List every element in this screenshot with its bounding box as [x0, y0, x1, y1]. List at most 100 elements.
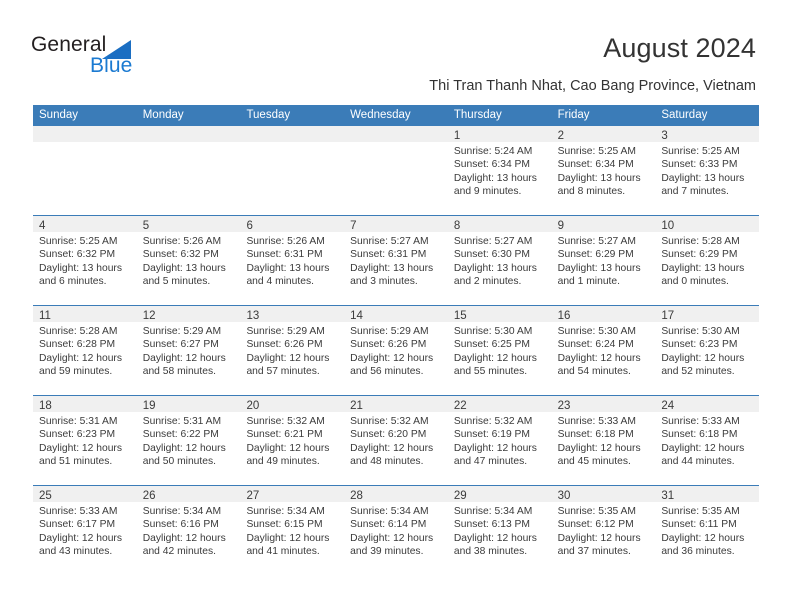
daylight-text: Daylight: 13 hours and 5 minutes. — [142, 262, 226, 288]
calendar-day-cell[interactable]: 2 Sunrise: 5:25 AM Sunset: 6:34 PM Daylight… — [551, 126, 656, 215]
sunrise-text: Sunrise: 5:27 AM — [453, 236, 533, 247]
calendar-day-cell[interactable]: 10 Sunrise: 5:28 AM Sunset: 6:29 PM Dayligh… — [655, 216, 760, 305]
calendar-day-cell[interactable]: 29 Sunrise: 5:34 AM Sunset: 6:13 PM Dayligh… — [447, 486, 552, 575]
calendar-day-cell[interactable]: 15 Sunrise: 5:30 AM Sunset: 6:25 PM Dayligh… — [447, 306, 552, 395]
calendar-day-cell[interactable]: 25 Sunrise: 5:33 AM Sunset: 6:17 PM Dayligh… — [33, 486, 137, 575]
sunrise-text: Sunrise: 5:33 AM — [39, 506, 118, 517]
calendar-day-cell[interactable]: 8 Sunrise: 5:27 AM Sunset: 6:30 PM Daylight… — [447, 216, 552, 305]
calendar-day-cell[interactable]: 6 Sunrise: 5:26 AM Sunset: 6:31 PM Daylight… — [240, 216, 345, 305]
sunrise-text: Sunrise: 5:25 AM — [557, 146, 637, 157]
calendar-day-cell[interactable]: 24 Sunrise: 5:33 AM Sunset: 6:18 PM Dayligh… — [655, 396, 760, 485]
daylight-text: Daylight: 13 hours and 4 minutes. — [246, 262, 330, 288]
day-number: 8 — [453, 220, 461, 232]
page-header: General Blue August 2024 Thi Tran Thanh … — [0, 0, 792, 104]
daylight-text: Daylight: 12 hours and 48 minutes. — [350, 442, 434, 468]
calendar-day-cell[interactable]: 9 Sunrise: 5:27 AM Sunset: 6:29 PM Daylight… — [551, 216, 656, 305]
calendar-day-cell[interactable]: 11 Sunrise: 5:28 AM Sunset: 6:28 PM Dayligh… — [33, 306, 137, 395]
location-subtitle: Thi Tran Thanh Nhat, Cao Bang Province, … — [429, 78, 756, 94]
calendar-day-cell[interactable]: 12 Sunrise: 5:29 AM Sunset: 6:27 PM Dayligh… — [136, 306, 241, 395]
day-sun-info: Sunrise: 5:35 AM Sunset: 6:11 PM Daylight:… — [655, 502, 759, 559]
daylight-text: Daylight: 12 hours and 54 minutes. — [557, 352, 641, 378]
calendar-day-cell[interactable]: 4 Sunrise: 5:25 AM Sunset: 6:32 PM Daylight… — [33, 216, 137, 305]
calendar-day-cell[interactable]: 5 Sunrise: 5:26 AM Sunset: 6:32 PM Daylight… — [136, 216, 241, 305]
calendar-empty-cell — [240, 126, 345, 215]
calendar-day-cell[interactable]: 1 Sunrise: 5:24 AM Sunset: 6:34 PM Daylight… — [447, 126, 552, 215]
sunrise-text: Sunrise: 5:35 AM — [557, 506, 637, 517]
day-number-band: 29 — [447, 486, 552, 502]
sunset-text: Sunset: 6:30 PM — [453, 249, 531, 261]
day-number-band: 21 — [344, 396, 448, 412]
sunset-text: Sunset: 6:25 PM — [453, 339, 531, 351]
sunset-text: Sunset: 6:34 PM — [453, 159, 531, 171]
sunrise-text: Sunrise: 5:33 AM — [661, 416, 740, 427]
day-number: 13 — [246, 310, 260, 322]
calendar-day-cell[interactable]: 16 Sunrise: 5:30 AM Sunset: 6:24 PM Dayligh… — [551, 306, 656, 395]
general-blue-logo[interactable]: General Blue — [31, 33, 151, 83]
weekday-header-monday: Monday — [142, 109, 184, 121]
day-sun-info: Sunrise: 5:26 AM Sunset: 6:31 PM Daylight:… — [240, 232, 344, 289]
day-sun-info: Sunrise: 5:27 AM Sunset: 6:29 PM Daylight:… — [552, 232, 656, 289]
day-number-band: 26 — [136, 486, 241, 502]
sunrise-text: Sunrise: 5:27 AM — [557, 236, 637, 247]
day-number: 28 — [350, 490, 363, 502]
sunrise-text: Sunrise: 5:28 AM — [661, 236, 740, 247]
calendar-day-cell[interactable]: 28 Sunrise: 5:34 AM Sunset: 6:14 PM Dayligh… — [344, 486, 448, 575]
day-number: 17 — [661, 310, 675, 322]
calendar-day-cell[interactable]: 22 Sunrise: 5:32 AM Sunset: 6:19 PM Dayligh… — [447, 396, 552, 485]
sunset-text: Sunset: 6:31 PM — [246, 249, 323, 261]
day-sun-info: Sunrise: 5:30 AM Sunset: 6:25 PM Daylight:… — [448, 322, 552, 379]
calendar-day-cell[interactable]: 3 Sunrise: 5:25 AM Sunset: 6:33 PM Daylight… — [655, 126, 760, 215]
day-number: 14 — [350, 310, 363, 322]
daylight-text: Daylight: 13 hours and 2 minutes. — [453, 262, 537, 288]
calendar-day-cell[interactable]: 27 Sunrise: 5:34 AM Sunset: 6:15 PM Dayligh… — [240, 486, 345, 575]
day-number: 12 — [142, 310, 156, 322]
day-number-band: 30 — [551, 486, 656, 502]
daylight-text: Daylight: 12 hours and 43 minutes. — [39, 532, 122, 558]
calendar-day-cell[interactable]: 21 Sunrise: 5:32 AM Sunset: 6:20 PM Dayligh… — [344, 396, 448, 485]
day-sun-info: Sunrise: 5:24 AM Sunset: 6:34 PM Daylight:… — [448, 142, 552, 199]
day-sun-info: Sunrise: 5:25 AM Sunset: 6:32 PM Daylight:… — [33, 232, 137, 289]
calendar-day-cell[interactable]: 18 Sunrise: 5:31 AM Sunset: 6:23 PM Dayligh… — [33, 396, 137, 485]
day-number-band: 6 — [240, 216, 345, 232]
day-number: 11 — [39, 310, 51, 322]
sunrise-text: Sunrise: 5:34 AM — [142, 506, 222, 517]
day-number-band: 1 — [447, 126, 552, 142]
daylight-text: Daylight: 12 hours and 38 minutes. — [453, 532, 537, 558]
day-number: 15 — [453, 310, 467, 322]
sunrise-text: Sunrise: 5:35 AM — [661, 506, 740, 517]
day-number-band: 8 — [447, 216, 552, 232]
sunset-text: Sunset: 6:23 PM — [39, 429, 116, 441]
daylight-text: Daylight: 12 hours and 49 minutes. — [246, 442, 330, 468]
day-number-band: 11 — [33, 306, 137, 322]
weekday-header-friday: Friday — [557, 109, 590, 121]
day-sun-info: Sunrise: 5:32 AM Sunset: 6:19 PM Daylight:… — [448, 412, 552, 469]
calendar-day-cell[interactable]: 7 Sunrise: 5:27 AM Sunset: 6:31 PM Daylight… — [344, 216, 448, 305]
day-number: 10 — [661, 220, 675, 232]
calendar-day-cell[interactable]: 26 Sunrise: 5:34 AM Sunset: 6:16 PM Dayligh… — [136, 486, 241, 575]
calendar-day-cell[interactable]: 23 Sunrise: 5:33 AM Sunset: 6:18 PM Dayligh… — [551, 396, 656, 485]
day-sun-info: Sunrise: 5:29 AM Sunset: 6:26 PM Daylight:… — [344, 322, 448, 379]
sunset-text: Sunset: 6:26 PM — [350, 339, 427, 351]
daylight-text: Daylight: 12 hours and 52 minutes. — [661, 352, 745, 378]
day-number-band: 3 — [655, 126, 760, 142]
day-sun-info: Sunrise: 5:33 AM Sunset: 6:18 PM Daylight:… — [655, 412, 759, 469]
calendar-day-cell[interactable]: 19 Sunrise: 5:31 AM Sunset: 6:22 PM Dayligh… — [136, 396, 241, 485]
day-sun-info: Sunrise: 5:28 AM Sunset: 6:29 PM Daylight:… — [655, 232, 759, 289]
daylight-text: Daylight: 13 hours and 3 minutes. — [350, 262, 434, 288]
calendar-day-cell[interactable]: 20 Sunrise: 5:32 AM Sunset: 6:21 PM Dayligh… — [240, 396, 345, 485]
calendar-day-cell[interactable]: 13 Sunrise: 5:29 AM Sunset: 6:26 PM Dayligh… — [240, 306, 345, 395]
daylight-text: Daylight: 12 hours and 45 minutes. — [557, 442, 641, 468]
calendar-day-cell[interactable]: 31 Sunrise: 5:35 AM Sunset: 6:11 PM Dayligh… — [655, 486, 760, 575]
sunrise-text: Sunrise: 5:34 AM — [246, 506, 325, 517]
calendar-day-cell[interactable]: 17 Sunrise: 5:30 AM Sunset: 6:23 PM Dayligh… — [655, 306, 760, 395]
sunrise-text: Sunrise: 5:26 AM — [142, 236, 222, 247]
day-sun-info: Sunrise: 5:27 AM Sunset: 6:30 PM Daylight:… — [448, 232, 552, 289]
day-number: 27 — [246, 490, 260, 502]
calendar-day-cell[interactable]: 14 Sunrise: 5:29 AM Sunset: 6:26 PM Dayligh… — [344, 306, 448, 395]
sunset-text: Sunset: 6:23 PM — [661, 339, 738, 351]
calendar-day-cell[interactable]: 30 Sunrise: 5:35 AM Sunset: 6:12 PM Dayligh… — [551, 486, 656, 575]
sunset-text: Sunset: 6:17 PM — [39, 519, 116, 531]
sunset-text: Sunset: 6:13 PM — [453, 519, 531, 531]
daylight-text: Daylight: 12 hours and 42 minutes. — [142, 532, 226, 558]
day-number-band: 31 — [655, 486, 760, 502]
